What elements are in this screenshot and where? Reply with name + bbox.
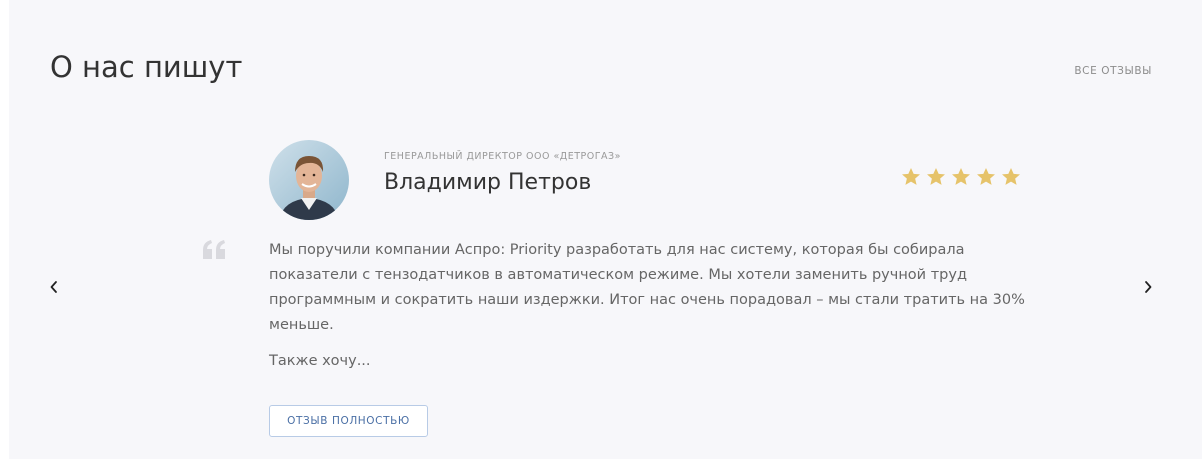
rating-stars: [900, 166, 1022, 188]
all-reviews-link[interactable]: ВСЕ ОТЗЫВЫ: [1074, 65, 1152, 77]
slider-prev-button[interactable]: [42, 275, 66, 299]
quote-icon: [203, 240, 225, 259]
star-icon: [902, 168, 920, 185]
slider-next-button[interactable]: [1136, 275, 1160, 299]
star-icon: [977, 168, 995, 185]
chevron-right-icon: [1145, 281, 1152, 293]
star-icon: [952, 168, 970, 185]
chevron-left-icon: [50, 281, 57, 293]
star-icon: [927, 168, 945, 185]
star-icon: [1002, 168, 1020, 185]
reviews-section: О нас пишут ВСЕ ОТЗЫВЫ ГЕНЕРАЛЬНЫЙ ДИРЕК…: [9, 0, 1202, 459]
reviewer-photo: [269, 140, 349, 220]
full-review-button[interactable]: ОТЗЫВ ПОЛНОСТЬЮ: [269, 405, 428, 437]
reviewer-role: ГЕНЕРАЛЬНЫЙ ДИРЕКТОР ООО «ДЕТРОГАЗ»: [384, 151, 621, 162]
section-title: О нас пишут: [50, 50, 243, 84]
review-more-text: Также хочу...: [269, 353, 371, 369]
reviewer-avatar: [269, 140, 349, 220]
reviewer-name: Владимир Петров: [384, 170, 592, 195]
review-text: Мы поручили компании Аспро: Priority раз…: [269, 242, 1025, 333]
